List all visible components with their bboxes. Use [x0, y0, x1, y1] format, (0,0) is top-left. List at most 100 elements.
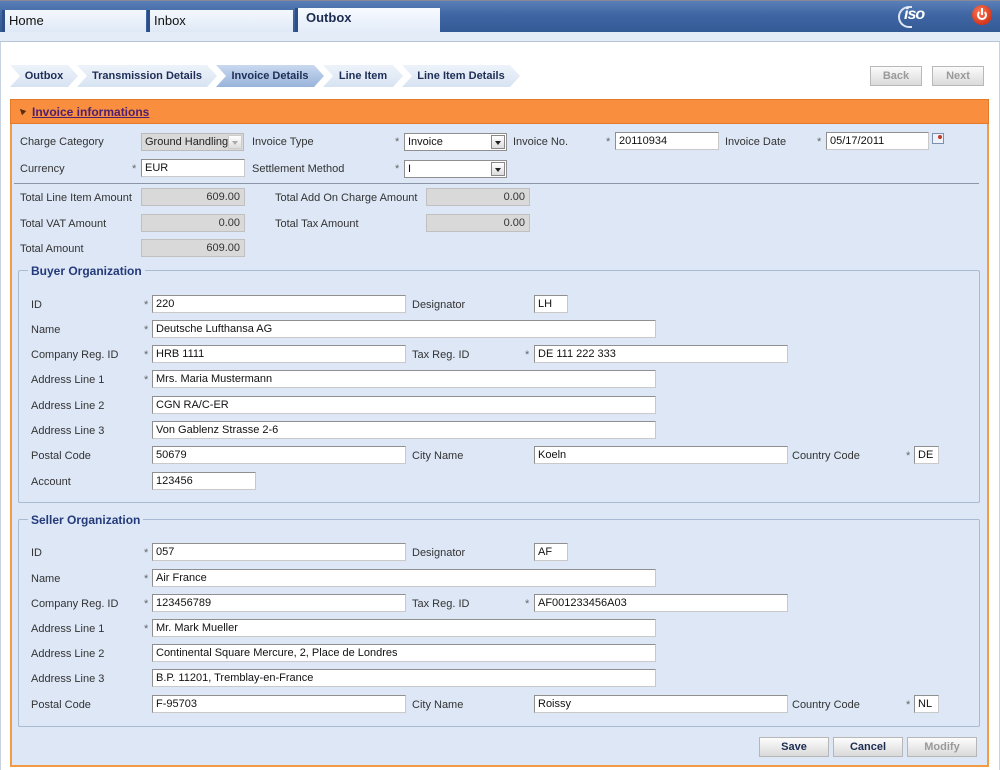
panel-title[interactable]: Invoice informations	[32, 105, 149, 119]
breadcrumb-invoice-details[interactable]: Invoice Details	[216, 65, 324, 87]
seller-designator-label: Designator	[412, 547, 466, 559]
required-mark: *	[144, 349, 149, 361]
invoice-type-label: Invoice Type	[252, 136, 314, 148]
required-mark: *	[817, 136, 822, 148]
seller-id-label: ID	[31, 547, 42, 559]
required-mark: *	[144, 598, 149, 610]
required-mark: *	[144, 573, 149, 585]
settlement-method-label: Settlement Method	[252, 163, 345, 175]
seller-designator-input[interactable]: AF	[534, 543, 568, 561]
buyer-country-code-label: Country Code	[792, 450, 860, 462]
buyer-city-name-label: City Name	[412, 450, 464, 462]
breadcrumb-line-item-details[interactable]: Line Item Details	[402, 65, 520, 87]
seller-name-input[interactable]: Air France	[152, 569, 656, 587]
settlement-method-value: I	[408, 163, 412, 175]
buyer-designator-input[interactable]: LH	[534, 295, 568, 313]
buyer-tax-reg-input[interactable]: DE 111 222 333	[534, 345, 788, 363]
buyer-organization-title: Buyer Organization	[28, 264, 145, 278]
required-mark: *	[144, 374, 149, 386]
modify-button[interactable]: Modify	[907, 737, 977, 757]
required-mark: *	[906, 450, 911, 462]
charge-category-select: Ground Handling	[141, 133, 244, 151]
cancel-button[interactable]: Cancel	[833, 737, 903, 757]
iso-logo: iso	[898, 4, 932, 28]
invoice-no-input[interactable]: 20110934	[615, 132, 719, 150]
buyer-postal-code-label: Postal Code	[31, 450, 91, 462]
buyer-address3-input[interactable]: Von Gablenz Strasse 2-6	[152, 421, 656, 439]
required-mark: *	[906, 699, 911, 711]
collapse-triangle-icon[interactable]	[17, 106, 27, 116]
chevron-down-icon	[228, 135, 242, 149]
tab-inbox[interactable]: Inbox	[147, 10, 293, 32]
seller-tax-reg-label: Tax Reg. ID	[412, 598, 470, 610]
power-icon[interactable]	[972, 5, 992, 25]
chevron-down-icon[interactable]	[491, 135, 505, 149]
next-button[interactable]: Next	[932, 66, 984, 86]
seller-address1-input[interactable]: Mr. Mark Mueller	[152, 619, 656, 637]
invoice-no-label: Invoice No.	[513, 136, 569, 148]
breadcrumb-line-item[interactable]: Line Item	[323, 65, 403, 87]
buyer-designator-label: Designator	[412, 299, 466, 311]
currency-input[interactable]: EUR	[141, 159, 245, 177]
settlement-method-select[interactable]: I	[404, 160, 507, 178]
seller-address3-input[interactable]: B.P. 11201, Tremblay-en-France	[152, 669, 656, 687]
invoice-date-label: Invoice Date	[725, 136, 787, 148]
iso-logo-text: iso	[904, 6, 925, 23]
required-mark: *	[144, 547, 149, 559]
panel-header[interactable]: Invoice informations	[10, 99, 989, 124]
buyer-postal-code-input[interactable]: 50679	[152, 446, 406, 464]
tab-inbox-label: Inbox	[154, 13, 186, 28]
seller-city-name-input[interactable]: Roissy	[534, 695, 788, 713]
breadcrumb-transmission-details[interactable]: Transmission Details	[77, 65, 217, 87]
invoice-date-input[interactable]: 05/17/2011	[826, 132, 929, 150]
required-mark: *	[525, 598, 530, 610]
breadcrumb-line-item-label: Line Item	[338, 70, 388, 82]
breadcrumb-outbox-label: Outbox	[24, 70, 64, 82]
seller-name-label: Name	[31, 573, 61, 585]
seller-address2-input[interactable]: Continental Square Mercure, 2, Place de …	[152, 644, 656, 662]
total-amount-value: 609.00	[141, 239, 245, 257]
seller-company-reg-label: Company Reg. ID	[31, 598, 119, 610]
tab-home-label: Home	[9, 13, 44, 28]
seller-postal-code-input[interactable]: F-95703	[152, 695, 406, 713]
buyer-company-reg-label: Company Reg. ID	[31, 349, 119, 361]
breadcrumb-outbox[interactable]: Outbox	[10, 65, 78, 87]
buyer-city-name-input[interactable]: Koeln	[534, 446, 788, 464]
seller-city-name-label: City Name	[412, 699, 464, 711]
chevron-down-icon[interactable]	[491, 162, 505, 176]
seller-country-code-input[interactable]: NL	[914, 695, 939, 713]
tab-home[interactable]: Home	[2, 10, 146, 32]
calendar-icon[interactable]	[932, 133, 944, 144]
total-line-item-value: 609.00	[141, 188, 245, 206]
breadcrumb-line-item-details-label: Line Item Details	[417, 70, 505, 82]
buyer-address1-label: Address Line 1	[31, 374, 105, 386]
required-mark: *	[395, 136, 400, 148]
buyer-country-code-input[interactable]: DE	[914, 446, 939, 464]
total-line-item-label: Total Line Item Amount	[20, 192, 132, 204]
buyer-company-reg-input[interactable]: HRB 1111	[152, 345, 406, 363]
seller-company-reg-input[interactable]: 123456789	[152, 594, 406, 612]
seller-address2-label: Address Line 2	[31, 648, 105, 660]
seller-tax-reg-input[interactable]: AF001233456A03	[534, 594, 788, 612]
save-button[interactable]: Save	[759, 737, 829, 757]
buyer-address3-label: Address Line 3	[31, 425, 105, 437]
sub-bar	[0, 32, 1000, 42]
seller-address3-label: Address Line 3	[31, 673, 105, 685]
buyer-address1-input[interactable]: Mrs. Maria Mustermann	[152, 370, 656, 388]
invoice-type-select[interactable]: Invoice	[404, 133, 507, 151]
seller-postal-code-label: Postal Code	[31, 699, 91, 711]
total-vat-label: Total VAT Amount	[20, 218, 107, 230]
required-mark: *	[132, 163, 137, 175]
buyer-address2-input[interactable]: CGN RA/C-ER	[152, 396, 656, 414]
total-add-on-value: 0.00	[426, 188, 530, 206]
seller-id-input[interactable]: 057	[152, 543, 406, 561]
required-mark: *	[606, 136, 611, 148]
buyer-id-input[interactable]: 220	[152, 295, 406, 313]
currency-label: Currency	[20, 163, 65, 175]
back-button[interactable]: Back	[870, 66, 922, 86]
total-amount-label: Total Amount	[20, 243, 84, 255]
buyer-name-input[interactable]: Deutsche Lufthansa AG	[152, 320, 656, 338]
charge-category-value: Ground Handling	[145, 136, 229, 148]
tab-outbox[interactable]: Outbox	[295, 8, 440, 32]
buyer-account-input[interactable]: 123456	[152, 472, 256, 490]
